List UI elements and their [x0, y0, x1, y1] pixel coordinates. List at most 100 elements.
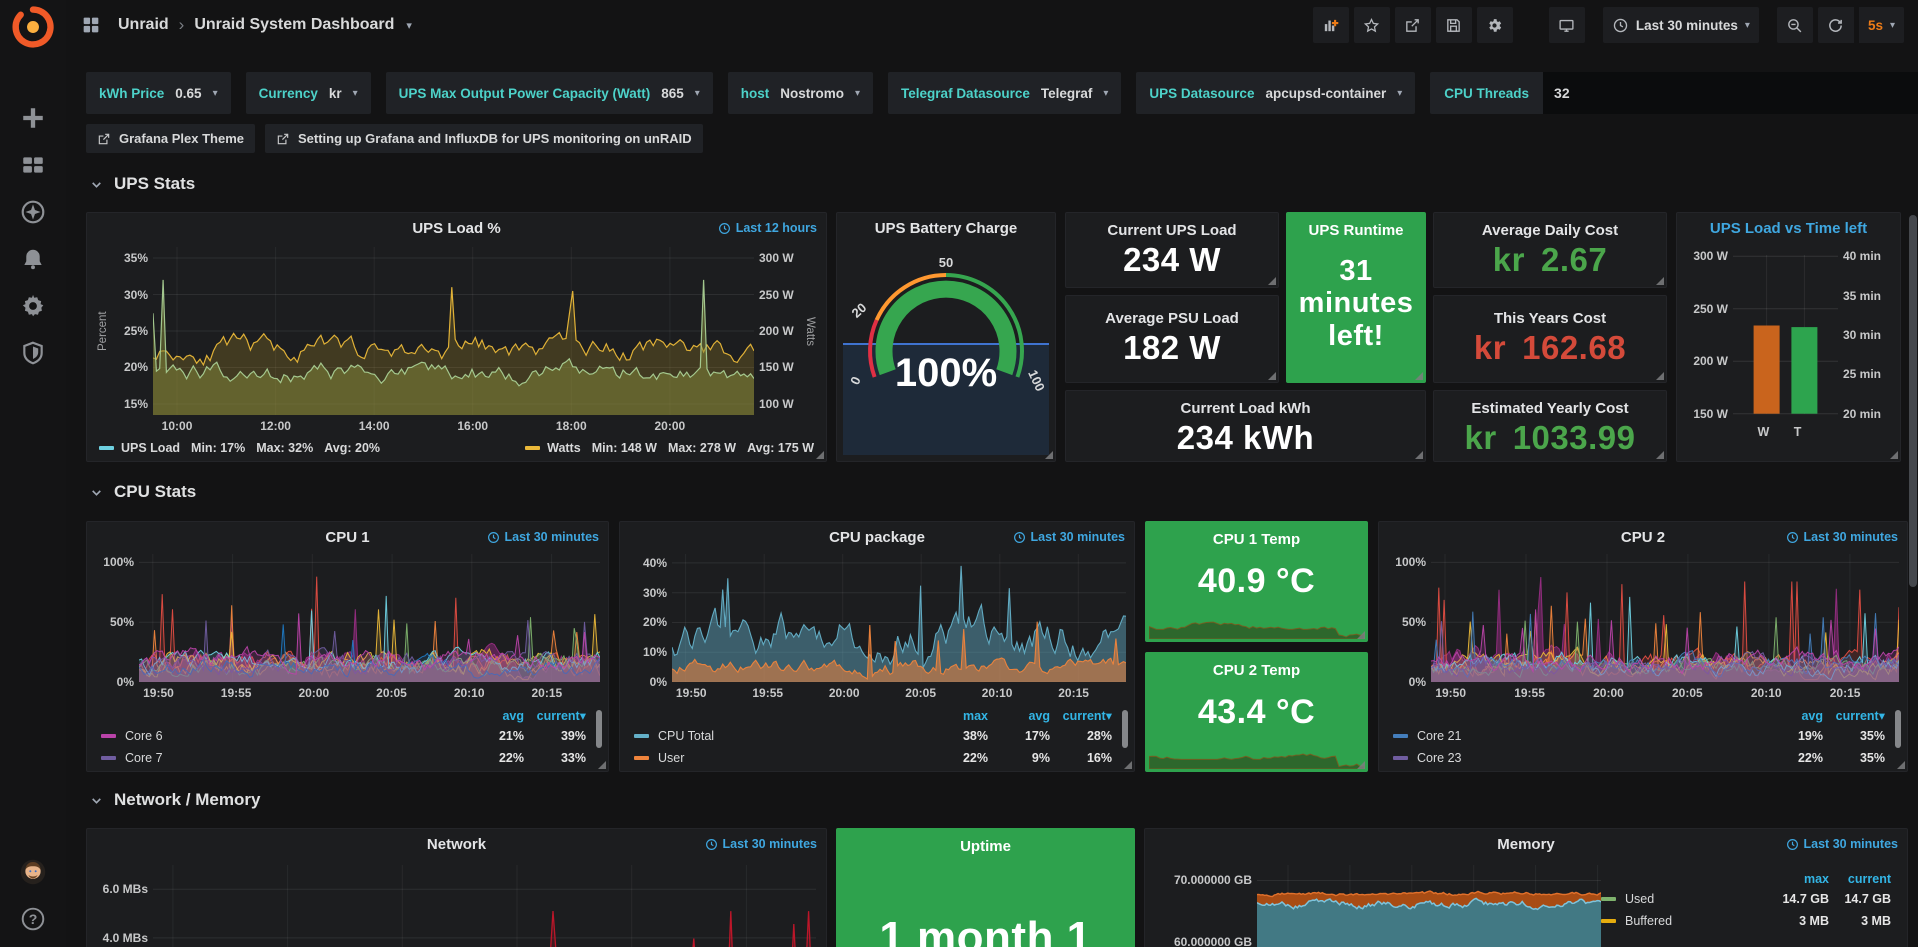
legend-column-header[interactable]: max: [1767, 872, 1829, 886]
star-button[interactable]: [1354, 7, 1390, 43]
panel-resize-handle[interactable]: [1268, 372, 1276, 380]
panel-time-badge[interactable]: Last 30 minutes: [705, 837, 817, 851]
variable-ups-datasource[interactable]: UPS Datasource apcupsd-container ▾: [1136, 72, 1415, 114]
panel-title[interactable]: CPU 1: [325, 529, 369, 546]
network-chart[interactable]: [153, 865, 816, 947]
panel-title[interactable]: Network: [427, 836, 486, 853]
breadcrumb-folder[interactable]: Unraid: [118, 16, 169, 34]
panel-resize-handle[interactable]: [1045, 451, 1053, 459]
dashboards-icon[interactable]: [19, 151, 47, 179]
panel-resize-handle[interactable]: [816, 451, 824, 459]
panel-resize-handle[interactable]: [1268, 277, 1276, 285]
panel-resize-handle[interactable]: [1897, 761, 1905, 769]
help-icon[interactable]: ?: [19, 905, 47, 933]
legend-swatch[interactable]: [101, 756, 116, 760]
stat-title[interactable]: CPU 1 Temp: [1146, 531, 1367, 548]
legend-row[interactable]: CPU Total38%17%28%: [634, 725, 1112, 747]
panel-time-badge[interactable]: Last 30 minutes: [1786, 837, 1898, 851]
variable-kwh-price[interactable]: kWh Price 0.65 ▾: [86, 72, 231, 114]
time-range-picker[interactable]: Last 30 minutes ▾: [1603, 7, 1759, 43]
panel-title[interactable]: Memory: [1497, 836, 1555, 853]
memory-chart[interactable]: [1257, 865, 1601, 947]
link-grafana-plex-theme[interactable]: Grafana Plex Theme: [86, 124, 255, 153]
legend-column-header[interactable]: current▾: [524, 708, 586, 723]
legend-column-header[interactable]: current: [1829, 872, 1891, 886]
panel-resize-handle[interactable]: [598, 761, 606, 769]
legend-row[interactable]: Core 2119%35%: [1393, 725, 1885, 747]
legend-row[interactable]: Buffered3 MB3 MB: [1601, 910, 1891, 932]
panel-title[interactable]: UPS Battery Charge: [875, 220, 1018, 237]
section-network-memory[interactable]: Network / Memory: [90, 790, 260, 810]
panel-resize-handle[interactable]: [1656, 277, 1664, 285]
legend-swatch[interactable]: [1393, 734, 1408, 738]
legend-row[interactable]: Core 2322%35%: [1393, 747, 1885, 769]
legend-scrollbar[interactable]: [1122, 710, 1128, 748]
legend-entry[interactable]: WattsMin: 148 WMax: 278 WAvg: 175 W: [525, 441, 814, 455]
stat-title[interactable]: Average Daily Cost: [1434, 222, 1666, 239]
legend-row[interactable]: Core 722%33%: [101, 747, 586, 769]
legend-entry[interactable]: UPS LoadMin: 17%Max: 32%Avg: 20%: [99, 441, 380, 455]
refresh-button[interactable]: [1818, 7, 1854, 43]
legend-row[interactable]: User22%9%16%: [634, 747, 1112, 769]
panel-time-badge[interactable]: Last 30 minutes: [1786, 530, 1898, 544]
panel-time-badge[interactable]: Last 30 minutes: [1013, 530, 1125, 544]
panel-time-badge[interactable]: Last 30 minutes: [487, 530, 599, 544]
zoom-out-button[interactable]: [1777, 7, 1813, 43]
legend-row[interactable]: Used14.7 GB14.7 GB: [1601, 888, 1891, 910]
stat-title[interactable]: Uptime: [837, 838, 1134, 855]
variable-telegraf-datasource[interactable]: Telegraf Datasource Telegraf ▾: [888, 72, 1121, 114]
variable-currency[interactable]: Currency kr ▾: [246, 72, 371, 114]
link-ups-monitoring-guide[interactable]: Setting up Grafana and InfluxDB for UPS …: [265, 124, 703, 153]
panel-resize-handle[interactable]: [1357, 631, 1365, 639]
apps-grid-icon[interactable]: [80, 14, 102, 36]
refresh-interval-dropdown[interactable]: 5s ▾: [1859, 7, 1904, 43]
share-button[interactable]: [1395, 7, 1431, 43]
panel-resize-handle[interactable]: [1357, 761, 1365, 769]
legend-swatch[interactable]: [634, 756, 649, 760]
alerting-bell-icon[interactable]: [19, 245, 47, 273]
add-panel-button[interactable]: [1313, 7, 1349, 43]
stat-title[interactable]: This Years Cost: [1434, 310, 1666, 327]
panel-time-badge[interactable]: Last 12 hours: [718, 221, 817, 235]
dashboard-settings-button[interactable]: [1477, 7, 1513, 43]
legend-scrollbar[interactable]: [596, 710, 602, 748]
legend-column-header[interactable]: max: [926, 709, 988, 723]
cpu-package-chart[interactable]: [672, 554, 1126, 682]
legend-swatch[interactable]: [1393, 756, 1408, 760]
stat-title[interactable]: Current Load kWh: [1066, 400, 1425, 417]
section-cpu-stats[interactable]: CPU Stats: [90, 482, 196, 502]
grafana-logo-icon[interactable]: [11, 5, 55, 49]
panel-resize-handle[interactable]: [1415, 451, 1423, 459]
stat-title[interactable]: Average PSU Load: [1066, 310, 1278, 327]
panel-resize-handle[interactable]: [1656, 372, 1664, 380]
user-avatar[interactable]: [16, 855, 50, 889]
section-ups-stats[interactable]: UPS Stats: [90, 174, 195, 194]
variable-ups-max-output[interactable]: UPS Max Output Power Capacity (Watt) 865…: [386, 72, 713, 114]
ups-bars-chart[interactable]: [1733, 251, 1838, 419]
legend-column-header[interactable]: current▾: [1050, 708, 1112, 723]
legend-swatch[interactable]: [101, 734, 116, 738]
legend-column-header[interactable]: avg: [462, 709, 524, 723]
panel-resize-handle[interactable]: [1124, 761, 1132, 769]
legend-column-header[interactable]: avg: [1761, 709, 1823, 723]
panel-resize-handle[interactable]: [1415, 372, 1423, 380]
configuration-gear-icon[interactable]: [19, 292, 47, 320]
legend-swatch[interactable]: [634, 734, 649, 738]
stat-title[interactable]: Current UPS Load: [1066, 222, 1278, 239]
cpu2-chart[interactable]: [1431, 554, 1899, 682]
legend-row[interactable]: Core 621%39%: [101, 725, 586, 747]
legend-swatch[interactable]: [1601, 897, 1616, 901]
stat-title[interactable]: CPU 2 Temp: [1146, 662, 1367, 679]
ups-load-chart[interactable]: [153, 247, 754, 415]
cpu1-chart[interactable]: [139, 554, 600, 682]
legend-column-header[interactable]: current▾: [1823, 708, 1885, 723]
chevron-down-icon[interactable]: ▾: [406, 19, 412, 32]
legend-column-header[interactable]: avg: [988, 709, 1050, 723]
panel-resize-handle[interactable]: [1656, 451, 1664, 459]
save-button[interactable]: [1436, 7, 1472, 43]
server-admin-shield-icon[interactable]: [19, 339, 47, 367]
stat-title[interactable]: Estimated Yearly Cost: [1434, 400, 1666, 417]
cycle-view-monitor-button[interactable]: [1549, 7, 1585, 43]
create-plus-icon[interactable]: [19, 104, 47, 132]
stat-title[interactable]: UPS Runtime: [1287, 222, 1425, 239]
